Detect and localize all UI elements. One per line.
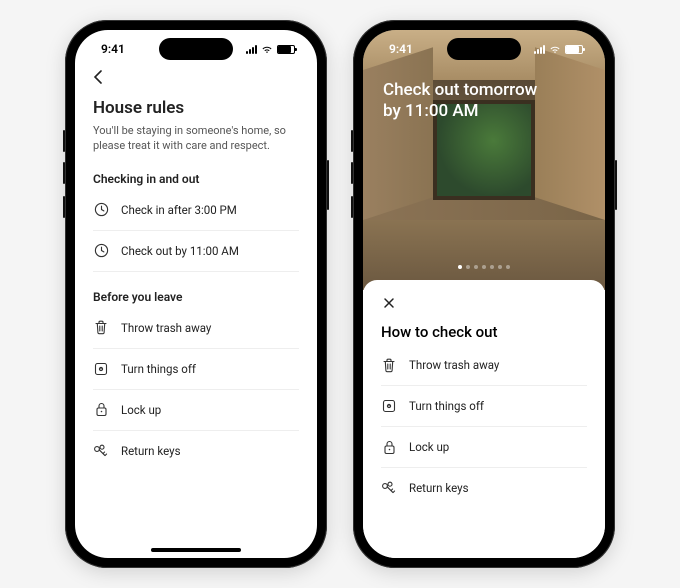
checkin-label: Check in after 3:00 PM [121, 203, 237, 217]
item-label: Throw trash away [409, 358, 499, 372]
cellular-signal-icon [246, 45, 257, 54]
list-item: Turn things off [93, 349, 299, 390]
cellular-signal-icon [534, 45, 545, 54]
power-icon [381, 398, 397, 414]
home-indicator[interactable] [151, 548, 241, 552]
page-title: House rules [93, 98, 299, 118]
trash-icon [93, 320, 109, 336]
item-label: Lock up [121, 403, 161, 417]
list-item: Throw trash away [381, 345, 587, 386]
list-item: Throw trash away [93, 308, 299, 349]
list-item: Lock up [381, 427, 587, 468]
page-subtitle: You'll be staying in someone's home, so … [93, 123, 299, 154]
list-item: Return keys [381, 468, 587, 508]
item-label: Return keys [409, 481, 469, 495]
checkout-sheet: How to check out Throw trash away Turn t… [363, 280, 605, 558]
list-item: Return keys [93, 431, 299, 471]
hero-line-2: by 11:00 AM [383, 101, 585, 122]
power-icon [93, 361, 109, 377]
sheet-title: How to check out [381, 323, 587, 341]
clock-icon [93, 202, 109, 218]
back-button[interactable] [93, 68, 103, 90]
battery-icon [277, 45, 295, 54]
status-indicators [246, 45, 295, 54]
close-icon [383, 297, 395, 309]
item-label: Turn things off [409, 399, 484, 413]
dynamic-island [159, 38, 233, 60]
status-time: 9:41 [389, 42, 413, 56]
phone-frame-left: 9:41 House rules You'll be staying in so… [65, 20, 327, 568]
section-title-before-leave: Before you leave [93, 290, 299, 304]
screen-content: House rules You'll be staying in someone… [75, 68, 317, 558]
checkout-row: Check out by 11:00 AM [93, 231, 299, 272]
listing-photo[interactable] [363, 30, 605, 290]
item-label: Turn things off [121, 362, 196, 376]
lock-icon [381, 439, 397, 455]
battery-icon [565, 45, 583, 54]
photo-pagination-dots[interactable] [458, 265, 510, 269]
keys-icon [93, 443, 109, 459]
section-title-checking: Checking in and out [93, 172, 299, 186]
item-label: Return keys [121, 444, 181, 458]
list-item: Turn things off [381, 386, 587, 427]
item-label: Throw trash away [121, 321, 211, 335]
lock-icon [93, 402, 109, 418]
clock-icon [93, 243, 109, 259]
trash-icon [381, 357, 397, 373]
phone-frame-right: 9:41 Check out tomorrow by 11:00 AM How … [353, 20, 615, 568]
checkin-row: Check in after 3:00 PM [93, 190, 299, 231]
hero-line-1: Check out tomorrow [383, 80, 585, 101]
dynamic-island [447, 38, 521, 60]
item-label: Lock up [409, 440, 449, 454]
status-time: 9:41 [101, 42, 125, 56]
close-button[interactable] [381, 295, 397, 315]
keys-icon [381, 480, 397, 496]
wifi-icon [549, 45, 561, 54]
list-item: Lock up [93, 390, 299, 431]
hero-checkout-text: Check out tomorrow by 11:00 AM [383, 80, 585, 123]
phone-screen-right: 9:41 Check out tomorrow by 11:00 AM How … [363, 30, 605, 558]
checkout-label: Check out by 11:00 AM [121, 244, 239, 258]
wifi-icon [261, 45, 273, 54]
chevron-left-icon [93, 70, 103, 84]
status-indicators [534, 45, 583, 54]
phone-screen-left: 9:41 House rules You'll be staying in so… [75, 30, 317, 558]
